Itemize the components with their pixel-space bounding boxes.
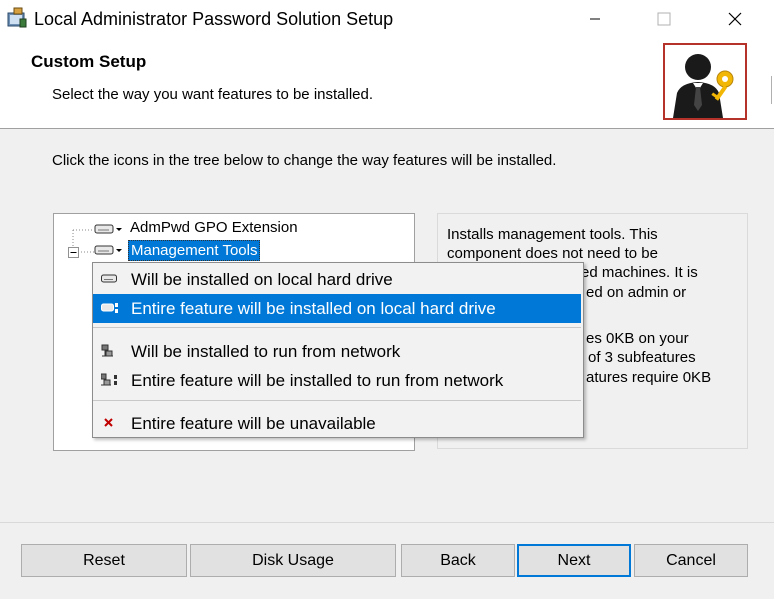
page-title: Custom Setup [31,52,147,71]
disk-usage-button[interactable]: Disk Usage [190,544,396,577]
minimize-button[interactable] [572,0,618,38]
unavailable-x-icon [104,418,113,427]
admin-key-logo [663,43,747,120]
maximize-button[interactable] [641,0,687,38]
footer-divider [0,522,774,523]
network-entire-icon [101,373,117,386]
menu-item-run-from-network[interactable]: Will be installed to run from network [93,337,581,366]
next-button[interactable]: Next [517,544,631,577]
description-line: Installs management tools. This [447,226,658,243]
hard-drive-icon [94,224,122,234]
menu-item-label: Will be installed on local hard drive [131,270,393,289]
minimize-icon [590,18,600,20]
menu-separator [93,400,581,401]
feature-state-dropdown[interactable] [94,243,124,257]
back-button[interactable]: Back [401,544,515,577]
hard-drive-icon [94,245,122,255]
close-button[interactable] [712,0,758,38]
description-line: atures require 0KB [586,369,712,386]
menu-item-entire-run-from-network[interactable]: Entire feature will be installed to run … [93,366,581,395]
minus-icon [68,247,79,258]
network-icon [101,344,113,357]
close-icon [728,12,742,26]
installer-app-icon [6,7,28,29]
menu-item-local-hard-drive[interactable]: Will be installed on local hard drive [93,265,581,294]
menu-item-label: Entire feature will be unavailable [131,414,376,433]
maximize-icon [657,12,671,26]
description-line: component does not need to be [447,245,658,262]
feature-state-dropdown[interactable] [94,222,124,236]
reset-button[interactable]: Reset [21,544,187,577]
tree-item-admpwd-gpo-extension[interactable]: AdmPwd GPO Extension [130,219,298,236]
menu-item-unavailable[interactable]: Entire feature will be unavailable [93,409,581,438]
description-line: ed machines. It is [581,264,698,281]
collapse-toggle[interactable] [68,245,79,258]
window-title: Local Administrator Password Solution Se… [34,9,394,29]
instructions-text: Click the icons in the tree below to cha… [52,152,557,169]
hard-drive-entire-icon [101,303,118,313]
menu-item-entire-local-hard-drive[interactable]: Entire feature will be installed on loca… [93,294,581,323]
description-line: ed on admin or [586,284,687,301]
menu-item-label: Entire feature will be installed on loca… [131,299,496,318]
hard-drive-icon [101,274,117,283]
cancel-button[interactable]: Cancel [634,544,748,577]
menu-separator [93,327,581,328]
menu-item-label: Entire feature will be installed to run … [131,371,504,390]
description-line: es 0KB on your [586,330,689,347]
tree-item-management-tools[interactable]: Management Tools [128,240,261,261]
description-line: of 3 subfeatures [588,349,696,366]
page-subtitle: Select the way you want features to be i… [52,86,374,103]
menu-item-label: Will be installed to run from network [131,342,401,361]
